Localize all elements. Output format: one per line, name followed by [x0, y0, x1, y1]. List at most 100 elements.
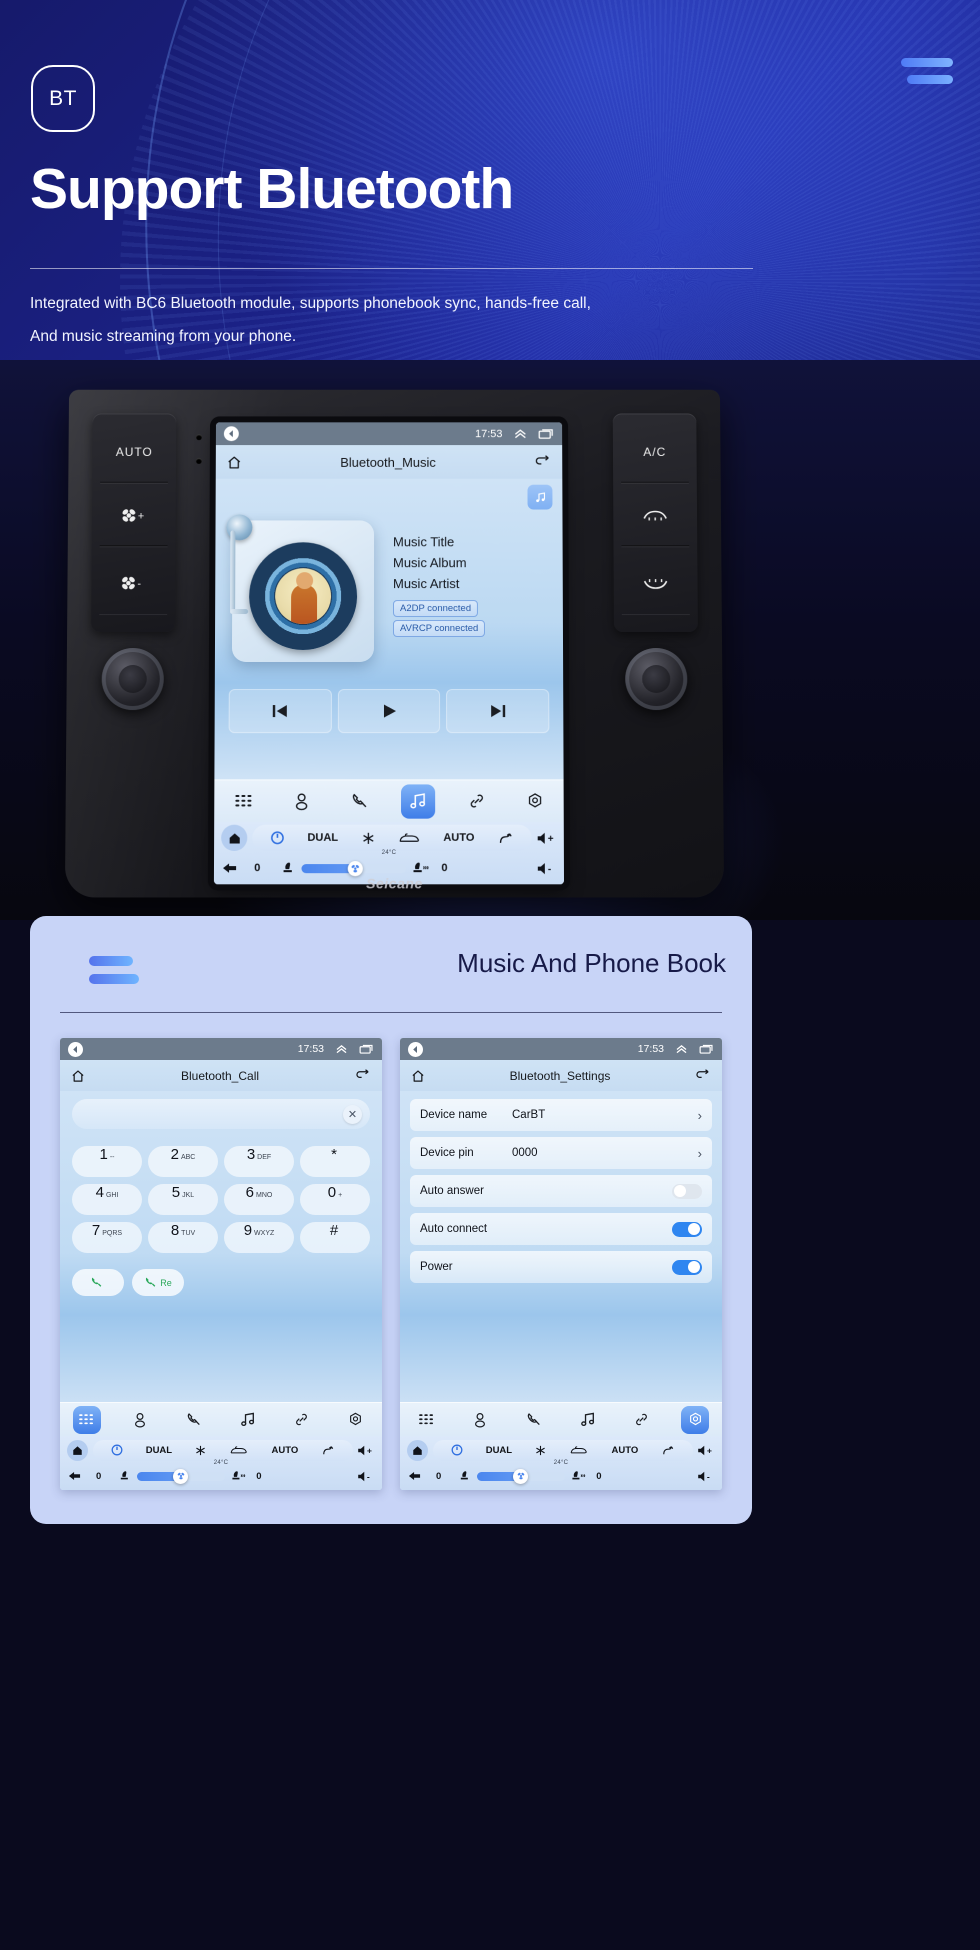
snowflake-icon[interactable]	[195, 1445, 206, 1456]
seat-icon[interactable]	[280, 861, 295, 875]
chevron-up-icon[interactable]	[513, 428, 527, 439]
keypad-key[interactable]: 3 DEF	[224, 1146, 294, 1177]
volume-down-icon[interactable]: -	[537, 861, 557, 876]
setting-row-device-pin[interactable]: Device pin 0000 ›	[410, 1137, 712, 1169]
recirculate-icon[interactable]	[498, 831, 514, 844]
keypad-icon[interactable]	[413, 1406, 441, 1434]
chevron-up-icon[interactable]	[335, 1044, 348, 1054]
volume-up-icon[interactable]: +	[357, 1444, 375, 1457]
auto-label[interactable]: AUTO	[612, 1445, 639, 1456]
keypad-key[interactable]: 9 WXYZ	[224, 1222, 294, 1253]
back-circle-icon[interactable]	[408, 1041, 423, 1057]
keypad-key[interactable]: 4 GHI	[72, 1184, 142, 1215]
recirculate-icon[interactable]	[321, 1445, 335, 1456]
hamburger-icon[interactable]	[897, 58, 953, 94]
recents-icon[interactable]	[699, 1044, 714, 1054]
keypad-key[interactable]: 2 ABC	[148, 1146, 218, 1177]
fan-plus-button[interactable]: +	[99, 484, 168, 547]
back-arrow-icon[interactable]	[67, 1470, 82, 1482]
phone-icon[interactable]	[343, 784, 377, 818]
return-icon[interactable]	[534, 455, 551, 469]
setting-row-auto-connect[interactable]: Auto connect	[410, 1213, 712, 1245]
snowflake-icon[interactable]	[535, 1445, 546, 1456]
auto-climate-button[interactable]: AUTO	[100, 421, 169, 483]
redial-button[interactable]: Re	[132, 1269, 184, 1296]
chevron-right-icon[interactable]: ›	[698, 1108, 702, 1123]
snowflake-icon[interactable]	[361, 831, 374, 844]
fan-speed-knob[interactable]	[173, 1468, 189, 1484]
dual-label[interactable]: DUAL	[486, 1445, 512, 1456]
setting-row-device-name[interactable]: Device name CarBT ›	[410, 1099, 712, 1131]
defrost-icon[interactable]	[229, 1445, 248, 1455]
hamburger-icon[interactable]	[89, 956, 147, 984]
fan-speed-slider[interactable]	[301, 860, 407, 876]
volume-up-icon[interactable]: +	[537, 830, 557, 845]
dual-label[interactable]: DUAL	[146, 1445, 172, 1456]
contacts-icon[interactable]	[466, 1406, 494, 1434]
keypad-icon[interactable]	[72, 1405, 101, 1434]
power-icon[interactable]	[111, 1444, 123, 1456]
link-icon[interactable]	[287, 1406, 315, 1434]
music-icon[interactable]	[401, 783, 436, 819]
keypad-key[interactable]: 0 +	[300, 1184, 370, 1215]
return-icon[interactable]	[695, 1069, 711, 1082]
dual-label[interactable]: DUAL	[307, 832, 338, 844]
fan-speed-slider[interactable]	[137, 1468, 226, 1484]
climate-home-icon[interactable]	[221, 824, 248, 851]
volume-down-icon[interactable]: -	[357, 1470, 375, 1483]
keypad-key[interactable]: #	[300, 1222, 370, 1253]
chevron-right-icon[interactable]: ›	[698, 1146, 702, 1161]
keypad-key[interactable]: 7 PQRS	[72, 1222, 142, 1253]
auto-connect-toggle[interactable]	[672, 1221, 702, 1237]
home-icon[interactable]	[411, 1069, 425, 1083]
keypad-key[interactable]: 6 MNO	[224, 1184, 294, 1215]
back-arrow-icon[interactable]	[407, 1470, 422, 1482]
contacts-icon[interactable]	[285, 784, 319, 818]
previous-track-button[interactable]	[228, 689, 332, 734]
chevron-up-icon[interactable]	[675, 1044, 688, 1054]
home-icon[interactable]	[71, 1069, 85, 1083]
front-defrost-button[interactable]	[621, 484, 690, 547]
fan-minus-button[interactable]: -	[99, 552, 167, 614]
volume-up-icon[interactable]: +	[697, 1444, 715, 1457]
keypad-icon[interactable]	[226, 784, 260, 818]
fan-speed-slider[interactable]	[477, 1468, 566, 1484]
settings-icon[interactable]	[341, 1406, 369, 1434]
recents-icon[interactable]	[538, 428, 554, 439]
phone-icon[interactable]	[180, 1406, 208, 1434]
keypad-key[interactable]: 1 --	[72, 1146, 142, 1177]
music-icon[interactable]	[234, 1406, 262, 1434]
music-icon[interactable]	[574, 1406, 602, 1434]
volume-down-icon[interactable]: -	[697, 1470, 715, 1483]
phone-number-input[interactable]: ✕	[72, 1099, 370, 1129]
climate-home-icon[interactable]	[67, 1439, 88, 1461]
settings-icon[interactable]	[681, 1405, 710, 1434]
close-icon[interactable]: ✕	[343, 1104, 362, 1124]
power-toggle[interactable]	[672, 1259, 702, 1275]
ac-button[interactable]: A/C	[620, 421, 689, 483]
keypad-key[interactable]: *	[300, 1146, 370, 1177]
seat-heat-icon[interactable]	[571, 1470, 586, 1482]
fan-speed-knob[interactable]	[513, 1468, 529, 1484]
settings-icon[interactable]	[517, 784, 551, 818]
seat-heat-icon[interactable]	[412, 861, 429, 875]
back-arrow-icon[interactable]	[221, 861, 238, 875]
keypad-key[interactable]: 8 TUV	[148, 1222, 218, 1253]
setting-row-power[interactable]: Power	[410, 1251, 712, 1283]
link-icon[interactable]	[459, 784, 493, 818]
climate-home-icon[interactable]	[407, 1439, 428, 1461]
back-circle-icon[interactable]	[223, 426, 239, 442]
power-icon[interactable]	[451, 1444, 463, 1456]
music-note-icon[interactable]	[527, 484, 553, 510]
defrost-icon[interactable]	[569, 1445, 588, 1455]
home-icon[interactable]	[227, 454, 242, 469]
next-track-button[interactable]	[446, 689, 550, 734]
power-icon[interactable]	[270, 831, 284, 845]
auto-label[interactable]: AUTO	[443, 832, 474, 844]
back-circle-icon[interactable]	[68, 1041, 83, 1057]
play-button[interactable]	[337, 689, 441, 734]
setting-row-auto-answer[interactable]: Auto answer	[410, 1175, 712, 1207]
phone-icon[interactable]	[520, 1406, 548, 1434]
call-button[interactable]	[72, 1269, 124, 1296]
contacts-icon[interactable]	[126, 1406, 154, 1434]
